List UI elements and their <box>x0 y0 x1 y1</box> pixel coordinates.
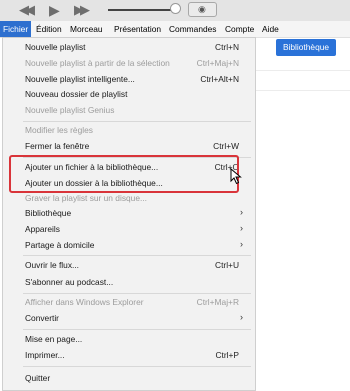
menu-item-label: Bibliothèque <box>25 208 72 218</box>
menu-item-page-setup[interactable]: Mise en page... <box>3 332 255 346</box>
fast-forward-icon[interactable]: ▶▶ <box>74 2 90 18</box>
airplay-button[interactable]: ◉ <box>188 2 217 17</box>
menu-separator <box>23 329 251 330</box>
menu-separator <box>23 366 251 367</box>
menu-item-label: Fermer la fenêtre <box>25 141 90 151</box>
volume-knob[interactable] <box>170 3 181 14</box>
menu-item-label: Appareils <box>25 224 60 234</box>
menu-item-close-window[interactable]: Fermer la fenêtre Ctrl+W <box>3 139 255 153</box>
library-button[interactable]: Bibliothèque <box>276 39 336 56</box>
menu-item-label: Quitter <box>25 373 51 383</box>
menu-item-label: Nouveau dossier de playlist <box>25 89 128 99</box>
menu-item-label: Partage à domicile <box>25 240 95 250</box>
menu-edition[interactable]: Édition <box>36 24 62 34</box>
menu-item-shortcut: Ctrl+U <box>215 260 239 270</box>
menu-item-label: Nouvelle playlist <box>25 42 86 52</box>
menu-item-label: Mise en page... <box>25 334 83 344</box>
menu-item-label: Nouvelle playlist Genius <box>25 105 115 115</box>
chevron-right-icon: › <box>240 207 243 217</box>
menubar: Fichier Édition Morceau Présentation Com… <box>0 21 350 38</box>
rewind-icon[interactable]: ◀◀ <box>19 2 35 18</box>
menu-item-label: Ouvrir le flux... <box>25 260 79 270</box>
menu-item-subscribe-podcast[interactable]: S'abonner au podcast... <box>3 275 255 289</box>
menu-item-label: Modifier les règles <box>25 125 93 135</box>
menu-separator <box>23 121 251 122</box>
menu-item-smart-playlist[interactable]: Nouvelle playlist intelligente... Ctrl+A… <box>3 72 255 86</box>
menu-item-label: Convertir <box>25 313 59 323</box>
airplay-icon: ◉ <box>198 4 206 14</box>
menu-item-bibliotheque[interactable]: Bibliothèque › <box>3 206 255 220</box>
menu-presentation[interactable]: Présentation <box>114 24 161 34</box>
menu-item-shortcut: Ctrl+Maj+R <box>196 297 239 307</box>
menu-item-label: Nouvelle playlist intelligente... <box>25 74 135 84</box>
menu-fichier[interactable]: Fichier <box>0 21 32 37</box>
menu-item-playlist-from-selection: Nouvelle playlist à partir de la sélecti… <box>3 56 255 70</box>
menu-item-home-sharing[interactable]: Partage à domicile › <box>3 238 255 252</box>
menu-item-burn-playlist: Graver la playlist sur un disque... <box>3 191 255 205</box>
play-icon[interactable]: ▶ <box>49 2 60 19</box>
menu-item-shortcut: Ctrl+N <box>215 42 239 52</box>
menu-item-label: Nouvelle playlist à partir de la sélecti… <box>25 58 170 68</box>
menu-compte[interactable]: Compte <box>225 24 254 34</box>
fichier-dropdown-menu: Nouvelle playlist Ctrl+N Nouvelle playli… <box>2 37 256 391</box>
menu-item-label: S'abonner au podcast... <box>25 277 114 287</box>
menu-item-nouvelle-playlist[interactable]: Nouvelle playlist Ctrl+N <box>3 40 255 54</box>
chevron-right-icon: › <box>240 312 243 322</box>
menu-item-label: Afficher dans Windows Explorer <box>25 297 144 307</box>
player-bar: ◀◀ ▶ ▶▶ ◉ <box>0 0 350 22</box>
menu-item-appareils[interactable]: Appareils › <box>3 222 255 236</box>
menu-item-label: Graver la playlist sur un disque... <box>25 193 147 203</box>
menu-item-shortcut: Ctrl+Maj+N <box>196 58 239 68</box>
menu-item-quitter[interactable]: Quitter <box>3 371 255 385</box>
menu-item-open-stream[interactable]: Ouvrir le flux... Ctrl+U <box>3 258 255 272</box>
divider <box>256 70 350 71</box>
highlight-box <box>9 155 239 193</box>
chevron-right-icon: › <box>240 239 243 249</box>
menu-item-convertir[interactable]: Convertir › <box>3 311 255 325</box>
divider <box>256 90 350 91</box>
menu-item-genius-playlist: Nouvelle playlist Genius <box>3 103 255 117</box>
menu-separator <box>23 255 251 256</box>
menu-item-show-in-explorer: Afficher dans Windows Explorer Ctrl+Maj+… <box>3 295 255 309</box>
menu-item-shortcut: Ctrl+P <box>215 350 239 360</box>
menu-item-new-playlist-folder[interactable]: Nouveau dossier de playlist <box>3 87 255 101</box>
menu-item-shortcut: Ctrl+Alt+N <box>200 74 239 84</box>
menu-item-shortcut: Ctrl+W <box>213 141 239 151</box>
menu-separator <box>23 293 251 294</box>
chevron-right-icon: › <box>240 223 243 233</box>
menu-item-imprimer[interactable]: Imprimer... Ctrl+P <box>3 348 255 362</box>
menu-item-edit-rules: Modifier les règles <box>3 123 255 137</box>
menu-item-label: Imprimer... <box>25 350 65 360</box>
menu-morceau[interactable]: Morceau <box>70 24 103 34</box>
mouse-cursor-icon <box>230 168 242 185</box>
menu-commandes[interactable]: Commandes <box>169 24 216 34</box>
menu-aide[interactable]: Aide <box>262 24 279 34</box>
